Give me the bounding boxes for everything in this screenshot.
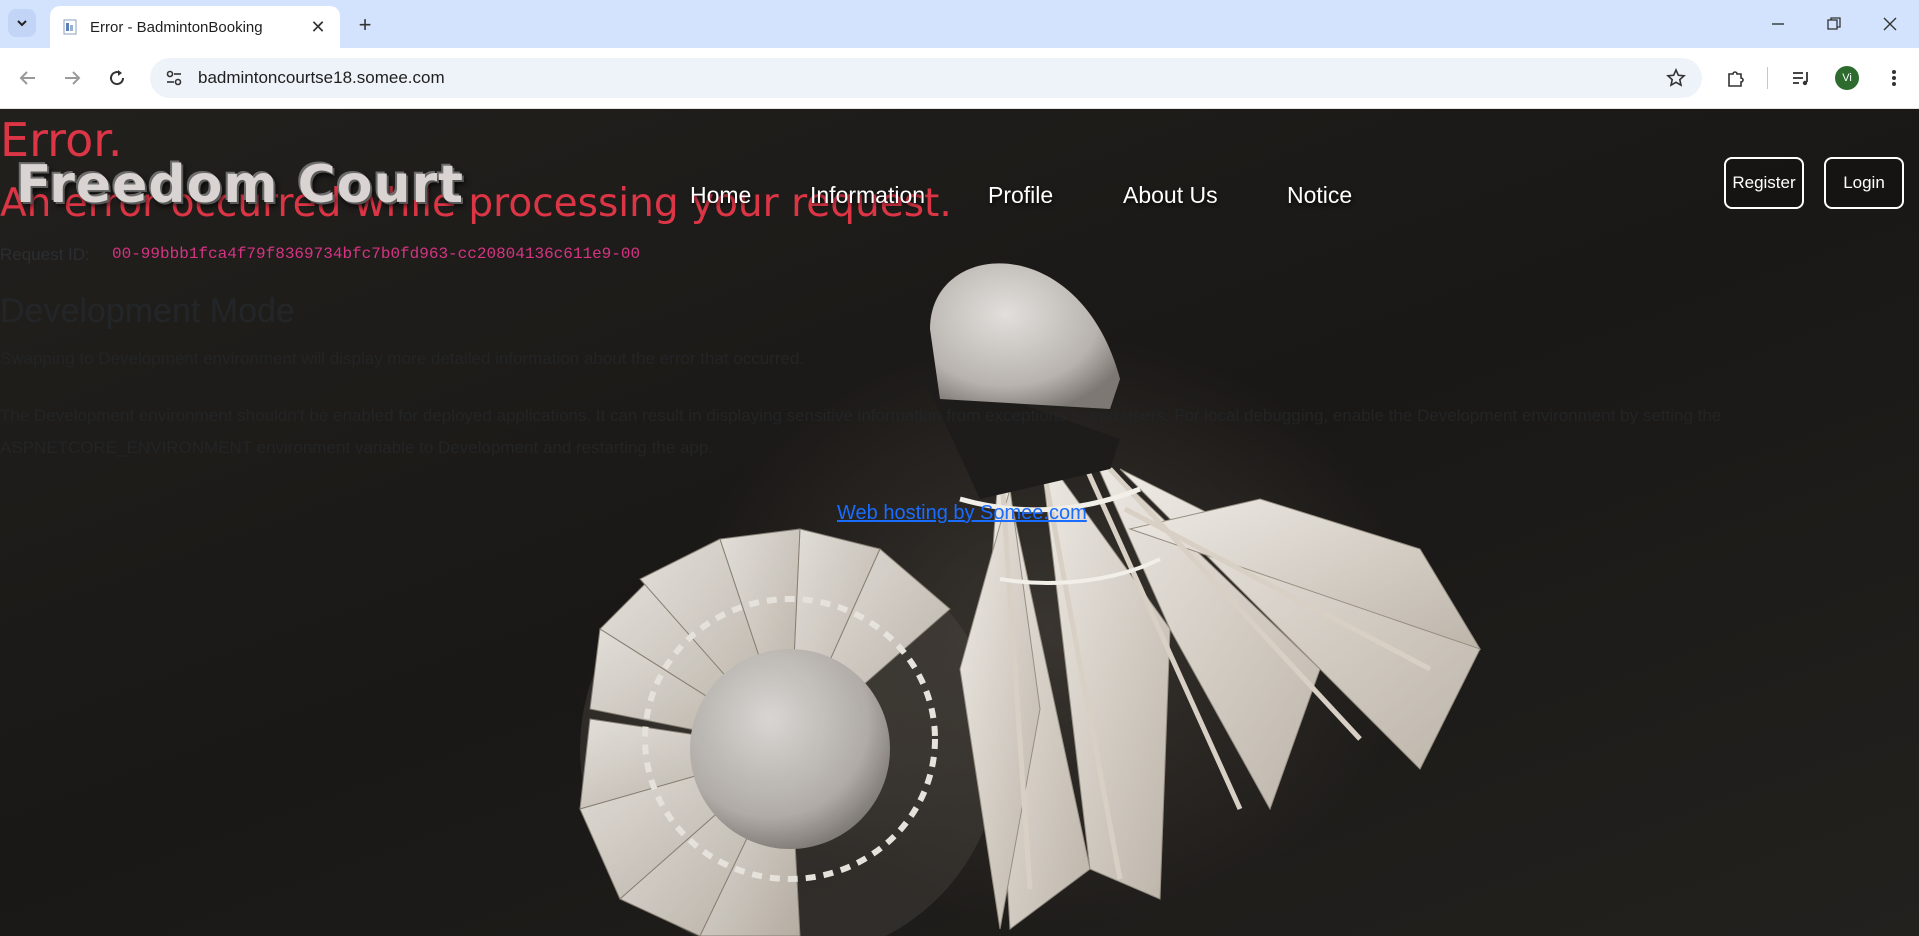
back-arrow-icon[interactable]: [14, 64, 42, 92]
close-icon[interactable]: ✕: [308, 17, 328, 37]
request-id-value: 00-99bbb1fca4f79f8369734bfc7b0fd963-cc20…: [112, 245, 641, 263]
url-text[interactable]: badmintoncourtse18.somee.com: [198, 68, 1664, 88]
profile-avatar[interactable]: Vi: [1835, 66, 1859, 90]
login-button[interactable]: Login: [1824, 157, 1904, 209]
nav-notice[interactable]: Notice: [1287, 182, 1352, 209]
site-settings-icon[interactable]: [162, 66, 186, 90]
web-hosting-link[interactable]: Web hosting by Somee.com: [837, 502, 1087, 525]
nav-information[interactable]: Information: [810, 182, 925, 209]
development-warning-paragraph: The Development environment shouldn't be…: [0, 406, 1722, 457]
toolbar-divider: [1767, 67, 1768, 89]
page-viewport: Error. An error occurred while processin…: [0, 109, 1919, 936]
extensions-puzzle-icon[interactable]: [1722, 64, 1750, 92]
nav-home[interactable]: Home: [690, 182, 751, 209]
chevron-down-icon: [17, 20, 27, 27]
bookmark-star-icon[interactable]: [1664, 66, 1688, 90]
nav-profile[interactable]: Profile: [988, 182, 1053, 209]
reload-icon[interactable]: [103, 64, 131, 92]
tab-title: Error - BadmintonBooking: [90, 18, 263, 36]
register-button[interactable]: Register: [1724, 157, 1804, 209]
development-mode-paragraph: Swapping to Development environment will…: [0, 349, 805, 368]
address-bar[interactable]: badmintoncourtse18.somee.com: [150, 58, 1702, 98]
browser-tab[interactable]: Error - BadmintonBooking ✕: [50, 6, 340, 48]
page-favicon-icon: [63, 19, 77, 35]
new-tab-button[interactable]: +: [352, 12, 378, 38]
restore-icon[interactable]: [1822, 12, 1846, 36]
more-menu-icon[interactable]: [1880, 64, 1908, 92]
window-close-icon[interactable]: [1878, 12, 1902, 36]
tab-search-button[interactable]: [8, 9, 36, 37]
browser-tab-bar: Error - BadmintonBooking ✕ +: [0, 0, 1919, 48]
browser-toolbar: badmintoncourtse18.somee.com Vi: [0, 48, 1919, 109]
nav-about-us[interactable]: About Us: [1123, 182, 1218, 209]
media-control-icon[interactable]: [1787, 64, 1815, 92]
development-mode-heading: Development Mode: [0, 292, 295, 330]
forward-arrow-icon[interactable]: [58, 64, 86, 92]
request-id-label: Request ID:: [0, 245, 90, 264]
site-brand-logo[interactable]: Freedom Court: [16, 155, 464, 215]
minimize-icon[interactable]: [1766, 12, 1790, 36]
